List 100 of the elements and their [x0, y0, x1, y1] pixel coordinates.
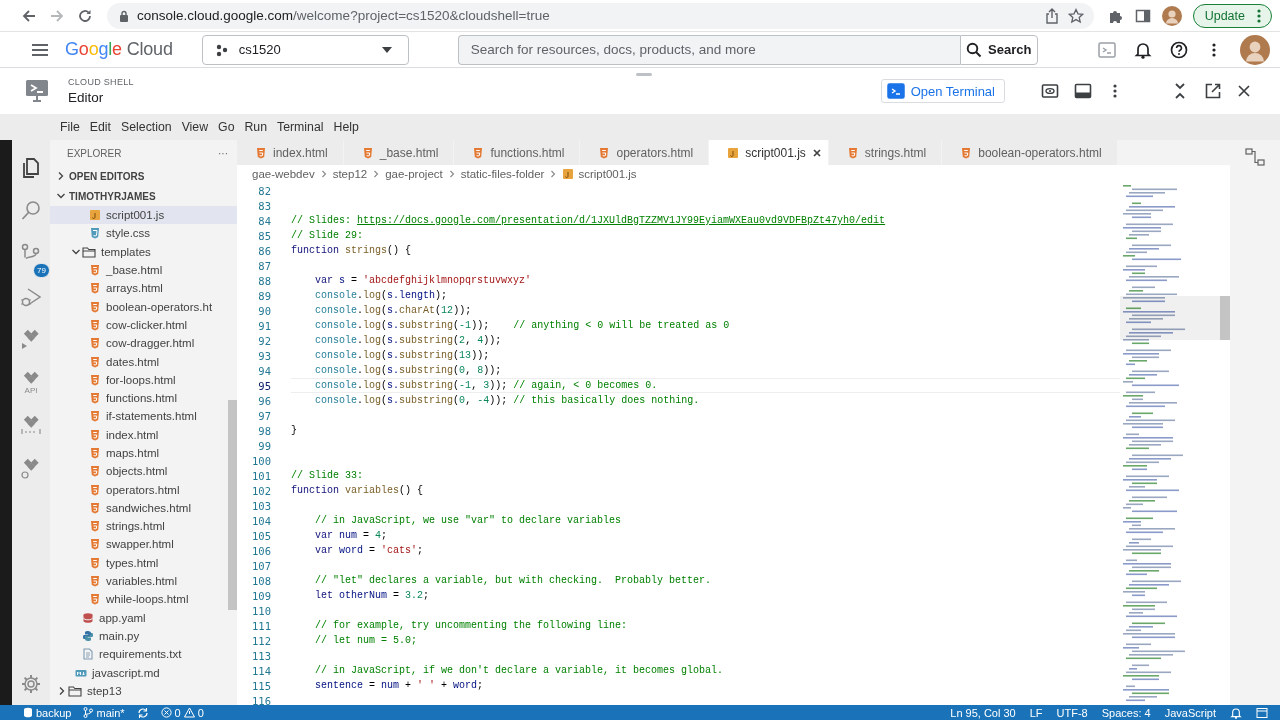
menu-item[interactable]: Run	[239, 117, 273, 137]
menu-item[interactable]: Edit	[84, 117, 117, 137]
diagram-icon[interactable]	[1245, 148, 1265, 166]
status-item[interactable]: Spaces: 4	[1101, 706, 1151, 719]
breadcrumb-item[interactable]: script001.js	[578, 168, 637, 180]
section-label: CLOUD SHELL	[68, 77, 135, 87]
section-header[interactable]: TIMOTHYRJAMES	[69, 190, 156, 202]
file-name[interactable]: functions.html	[106, 392, 177, 405]
search-button[interactable]: Search	[959, 34, 1038, 65]
menu-item[interactable]: Help	[328, 117, 364, 137]
status-item[interactable]: JavaScript	[1164, 706, 1216, 719]
preview-icon[interactable]	[1041, 82, 1059, 100]
section-header[interactable]: OPEN EDITORS	[69, 170, 145, 182]
menu-item[interactable]: Terminal	[272, 117, 329, 137]
file-name[interactable]: arrays.html	[106, 282, 163, 295]
avatar-icon[interactable]	[1239, 34, 1270, 65]
html-file-icon	[846, 146, 859, 159]
status-item[interactable]: main*	[96, 706, 125, 719]
file-name[interactable]: objects.html	[106, 465, 168, 478]
scrollbar[interactable]	[1220, 296, 1230, 340]
editor-tab[interactable]: operators.html	[580, 140, 710, 165]
settings-icon[interactable]	[20, 673, 42, 695]
html-file-icon	[89, 575, 101, 588]
editor-tab[interactable]: functions.html	[454, 140, 581, 165]
line-number: 88	[257, 274, 271, 287]
file-name[interactable]: app.yaml	[99, 611, 146, 624]
file-name[interactable]: if-statements.html	[106, 410, 197, 423]
code-line: console.log(s.substring(-1, 3)); // again, < 0 becomes 0.	[291, 378, 1120, 393]
file-name[interactable]: index.html	[106, 428, 159, 441]
breadcrumb-item[interactable]: step12	[332, 168, 368, 180]
avatar-icon[interactable]	[1161, 5, 1182, 26]
file-name[interactable]: requirements.txt	[99, 648, 182, 661]
terminal-icon[interactable]	[886, 82, 905, 100]
menu-item[interactable]: View	[176, 117, 214, 137]
breadcrumb-item[interactable]: static-files-folder	[460, 168, 545, 180]
file-name[interactable]: style.css	[106, 227, 151, 240]
file-name[interactable]: sandwiches.html	[106, 501, 191, 514]
status-item[interactable]: backup	[36, 706, 72, 719]
editor-tab[interactable]: strings.html	[828, 140, 943, 165]
drag-handle[interactable]	[636, 73, 652, 76]
breadcrumb-item[interactable]: gae-project	[385, 168, 443, 180]
bell-icon[interactable]	[1133, 40, 1152, 59]
file-name[interactable]: dates.html	[106, 355, 160, 368]
help-icon[interactable]	[1169, 40, 1188, 59]
logo[interactable]: Google Cloud	[65, 39, 173, 60]
file-name[interactable]: boolean-operators.ht	[106, 300, 213, 313]
file-name[interactable]: javascript.md	[92, 666, 160, 679]
sync-icon[interactable]	[136, 706, 149, 719]
status-item[interactable]: UTF-8	[1056, 706, 1088, 719]
file-name[interactable]: main.py	[99, 629, 140, 642]
error-count[interactable]: 0	[174, 706, 181, 719]
menu-item[interactable]: File	[55, 117, 85, 137]
error-icon	[160, 707, 172, 718]
more-button[interactable]: ···	[218, 147, 228, 159]
branch-icon	[83, 707, 94, 718]
editor-tab[interactable]: script001.js	[709, 140, 829, 165]
code-line: function variables() {	[291, 484, 425, 498]
warning-count[interactable]: 0	[197, 706, 204, 719]
search-field[interactable]: Search for resources, docs, products, and more	[457, 34, 960, 65]
css-file-icon	[89, 227, 101, 240]
html-file-icon	[89, 538, 101, 551]
panel-icon[interactable]	[1074, 82, 1092, 100]
code-link[interactable]: https://docs.google.com/presentation/d/1JXUldBgTZZMV1JY99EyiamWXEau0vd9VDFBpZt47yh0/edit	[357, 215, 886, 226]
html-file-icon	[89, 264, 101, 277]
file-name[interactable]: cow-clicker.html	[106, 318, 188, 331]
editor-tab[interactable]: _base.html	[343, 140, 455, 165]
side-panel-icon[interactable]	[1134, 7, 1151, 24]
scrollbar[interactable]	[228, 400, 237, 610]
file-name[interactable]: for-loops.html	[106, 373, 176, 386]
line-number: 97	[257, 409, 271, 422]
update-button[interactable]: Update	[1192, 3, 1272, 28]
caret-icon[interactable]	[380, 45, 393, 54]
project-selector[interactable]: cs1520	[201, 34, 409, 65]
menu-item[interactable]: Selection	[116, 117, 177, 137]
code-line: function strings() {	[291, 244, 413, 258]
open-terminal-button[interactable]: Open Terminal	[880, 79, 1005, 103]
file-name[interactable]: while-loops.html	[106, 593, 189, 606]
status-item[interactable]: Ln 95, Col 30	[950, 706, 1016, 719]
file-name[interactable]: _base.html	[106, 264, 163, 277]
editor-tab[interactable]: index.html	[237, 140, 344, 165]
file-name[interactable]: cow-dragger.html	[106, 337, 195, 350]
code-line: // Slide 29:	[291, 229, 364, 243]
close-icon[interactable]	[811, 147, 822, 158]
file-name[interactable]: operators.html	[106, 483, 180, 496]
menu-item[interactable]: Go	[213, 117, 240, 137]
file-name[interactable]: strings.html	[106, 520, 165, 533]
star-icon[interactable]	[1067, 7, 1084, 24]
breadcrumb-item[interactable]: gae-webdev	[252, 168, 315, 180]
share-icon[interactable]	[1043, 7, 1060, 24]
file-name[interactable]: types.html	[106, 556, 159, 569]
file-name[interactable]: variables.html	[106, 575, 177, 588]
file-name[interactable]: templates	[101, 245, 151, 258]
status-item[interactable]: LF	[1029, 706, 1043, 719]
open-in-new-icon[interactable]	[1204, 82, 1222, 100]
layout-icon[interactable]	[1256, 706, 1268, 719]
file-name[interactable]: maps.html	[106, 447, 160, 459]
close-icon[interactable]	[1237, 84, 1251, 98]
editor-tab[interactable]: boolean-operators.html	[942, 140, 1118, 165]
file-name[interactable]: swapper.html	[106, 538, 174, 551]
file-name[interactable]: step13	[87, 684, 122, 697]
